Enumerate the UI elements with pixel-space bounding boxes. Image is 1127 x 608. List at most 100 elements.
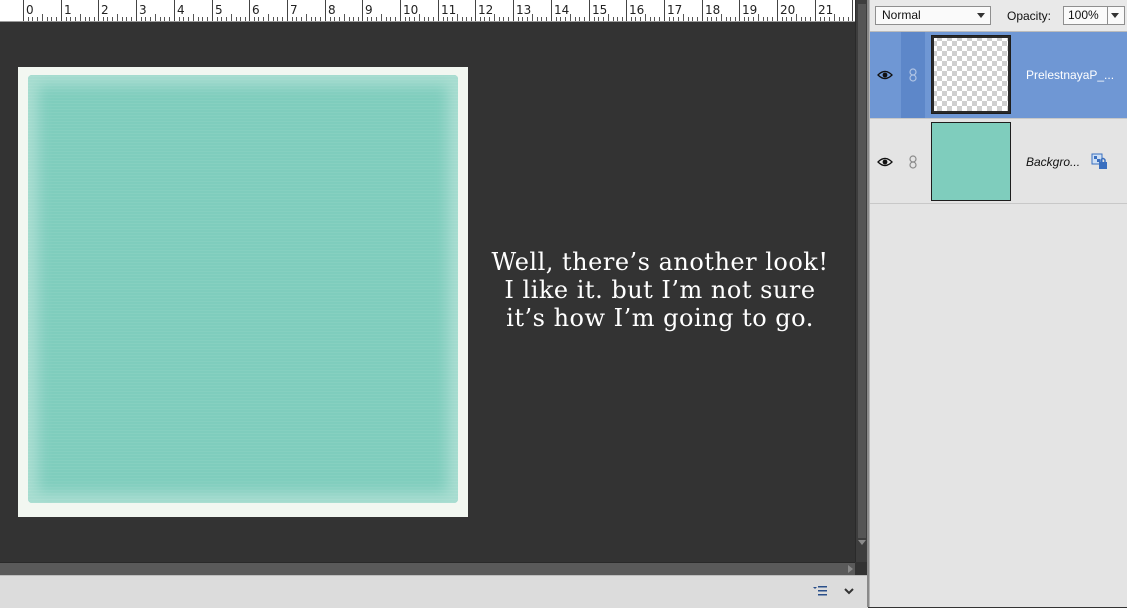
ruler-major-tick bbox=[739, 0, 740, 21]
ruler-minor-tick bbox=[37, 17, 38, 21]
ruler-label: 16 bbox=[629, 3, 645, 17]
ruler-minor-tick bbox=[608, 14, 609, 21]
ruler-minor-tick bbox=[527, 17, 528, 21]
ruler-minor-tick bbox=[131, 17, 132, 21]
ruler-label: 2 bbox=[101, 3, 109, 17]
opacity-field[interactable]: 100% bbox=[1063, 6, 1125, 25]
layer-thumbnail-transparent[interactable] bbox=[931, 35, 1011, 114]
ruler-label: 3 bbox=[139, 3, 147, 17]
layer-row-selected[interactable]: PrelestnayaP_... bbox=[870, 32, 1127, 118]
ruler-minor-tick bbox=[824, 17, 825, 21]
ruler-minor-tick bbox=[353, 17, 354, 21]
ruler-minor-tick bbox=[381, 14, 382, 21]
ruler-minor-tick bbox=[94, 17, 95, 21]
ruler-minor-tick bbox=[721, 14, 722, 21]
ruler-minor-tick bbox=[112, 17, 113, 21]
ruler-minor-tick bbox=[707, 17, 708, 21]
ruler-minor-tick bbox=[848, 17, 849, 21]
ruler-minor-tick bbox=[518, 17, 519, 21]
ruler-minor-tick bbox=[753, 17, 754, 21]
ruler-minor-tick bbox=[692, 17, 693, 21]
link-icon[interactable] bbox=[908, 68, 918, 82]
link-icon[interactable] bbox=[908, 155, 918, 169]
ruler-minor-tick bbox=[376, 17, 377, 21]
ruler-minor-tick bbox=[820, 17, 821, 21]
ruler-minor-tick bbox=[367, 17, 368, 21]
link-column[interactable] bbox=[901, 32, 925, 118]
document-image[interactable] bbox=[18, 67, 468, 517]
ruler-minor-tick bbox=[311, 17, 312, 21]
ruler-minor-tick bbox=[726, 17, 727, 21]
ruler-minor-tick bbox=[758, 14, 759, 21]
ruler-minor-tick bbox=[796, 14, 797, 21]
ruler-minor-tick bbox=[462, 17, 463, 21]
ruler-minor-tick bbox=[217, 17, 218, 21]
ruler-minor-tick bbox=[263, 17, 264, 21]
opacity-dropdown-button[interactable] bbox=[1107, 7, 1124, 24]
link-column[interactable] bbox=[901, 119, 925, 205]
ruler-minor-tick bbox=[688, 17, 689, 21]
ruler-label: 5 bbox=[215, 3, 223, 17]
ruler-minor-tick bbox=[164, 17, 165, 21]
ruler-minor-tick bbox=[183, 17, 184, 21]
ruler-minor-tick bbox=[457, 14, 458, 21]
ruler-major-tick bbox=[664, 0, 665, 21]
ruler-minor-tick bbox=[334, 17, 335, 21]
ruler-major-tick bbox=[852, 0, 853, 21]
blend-mode-dropdown[interactable]: Normal bbox=[875, 6, 991, 25]
dropdown-arrow-icon[interactable] bbox=[977, 13, 985, 18]
ruler-major-tick bbox=[626, 0, 627, 21]
ruler-minor-tick bbox=[231, 14, 232, 21]
ruler-minor-tick bbox=[198, 17, 199, 21]
ruler-minor-tick bbox=[546, 17, 547, 21]
layer-name[interactable]: PrelestnayaP_... bbox=[1026, 68, 1114, 82]
ruler-minor-tick bbox=[80, 14, 81, 21]
chevron-down-icon[interactable] bbox=[842, 584, 856, 598]
layer-thumbnail-background[interactable] bbox=[931, 122, 1011, 201]
ruler-minor-tick bbox=[240, 17, 241, 21]
ruler-minor-tick bbox=[484, 17, 485, 21]
ruler-minor-tick bbox=[683, 14, 684, 21]
document-canvas-area[interactable]: Well, there’s another look! I like it. b… bbox=[0, 22, 855, 562]
ruler-label: 6 bbox=[252, 3, 260, 17]
layer-row-background[interactable]: Backgro... bbox=[870, 118, 1127, 204]
ruler-minor-tick bbox=[277, 17, 278, 21]
scroll-down-arrow-icon[interactable] bbox=[858, 540, 866, 545]
ruler-minor-tick bbox=[89, 17, 90, 21]
panel-menu-icon[interactable] bbox=[812, 584, 828, 598]
ruler-minor-tick bbox=[584, 17, 585, 21]
ruler-minor-tick bbox=[28, 17, 29, 21]
ruler-minor-tick bbox=[51, 17, 52, 21]
ruler-minor-tick bbox=[763, 17, 764, 21]
lock-icon[interactable] bbox=[1091, 153, 1109, 171]
layer-name[interactable]: Backgro... bbox=[1026, 155, 1080, 169]
ruler-minor-tick bbox=[85, 17, 86, 21]
ruler-minor-tick bbox=[443, 17, 444, 21]
ruler-minor-tick bbox=[603, 17, 604, 21]
scrollbar-thumb[interactable] bbox=[858, 4, 866, 538]
ruler-major-tick bbox=[400, 0, 401, 21]
ruler-minor-tick bbox=[292, 17, 293, 21]
ruler-minor-tick bbox=[541, 17, 542, 21]
ruler-minor-tick bbox=[565, 17, 566, 21]
ruler-minor-tick bbox=[716, 17, 717, 21]
ruler-minor-tick bbox=[75, 17, 76, 21]
ruler-minor-tick bbox=[386, 17, 387, 21]
ruler-minor-tick bbox=[650, 17, 651, 21]
ruler-minor-tick bbox=[489, 17, 490, 21]
eye-icon[interactable] bbox=[877, 69, 893, 81]
ruler-label: 8 bbox=[328, 3, 336, 17]
ruler-major-tick bbox=[815, 0, 816, 21]
ruler-minor-tick bbox=[207, 17, 208, 21]
ruler-minor-tick bbox=[673, 17, 674, 21]
ruler-minor-tick bbox=[254, 17, 255, 21]
ruler-minor-tick bbox=[503, 17, 504, 21]
ruler-minor-tick bbox=[296, 17, 297, 21]
eye-icon[interactable] bbox=[877, 156, 893, 168]
ruler-minor-tick bbox=[645, 14, 646, 21]
ruler-minor-tick bbox=[767, 17, 768, 21]
opacity-label: Opacity: bbox=[1007, 9, 1052, 23]
horizontal-scrollbar[interactable] bbox=[0, 562, 855, 575]
ruler-minor-tick bbox=[419, 14, 420, 21]
scroll-right-arrow-icon[interactable] bbox=[848, 565, 853, 573]
